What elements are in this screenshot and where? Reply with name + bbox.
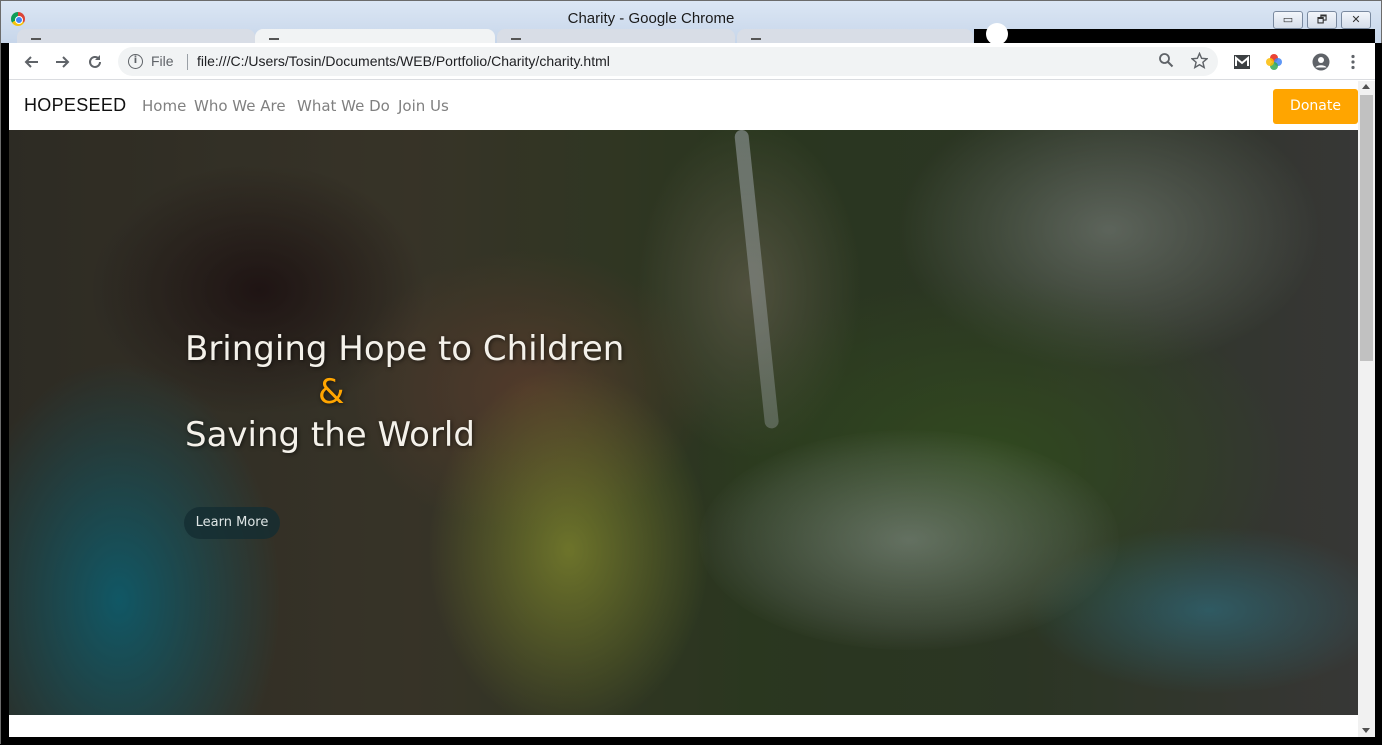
- tab-favicon-icon: [269, 32, 279, 40]
- hero-line-2: Saving the World: [185, 415, 475, 455]
- site-navbar: HOPESEED Home Who We Are What We Do Join…: [9, 81, 1358, 130]
- window-frame-left: [1, 43, 9, 745]
- omnibox-divider: [187, 54, 188, 70]
- back-icon[interactable]: [19, 50, 43, 74]
- hero-line-1: Bringing Hope to Children: [185, 329, 625, 369]
- zoom-icon[interactable]: [1158, 52, 1174, 72]
- web-page: HOPESEED Home Who We Are What We Do Join…: [9, 81, 1358, 737]
- tab-favicon-icon: [31, 32, 41, 40]
- hero-headline: Bringing Hope to Children & Saving the W…: [185, 328, 624, 457]
- tab-favicon-icon: [511, 32, 521, 40]
- browser-window: Charity - Google Chrome ▭ 🗗 ✕ i File fil…: [0, 0, 1382, 745]
- hero-banner: Bringing Hope to Children & Saving the W…: [9, 130, 1358, 715]
- window-frame-right: [1375, 43, 1382, 745]
- address-bar[interactable]: i File file:///C:/Users/Tosin/Documents/…: [118, 47, 1218, 76]
- scrollbar-thumb[interactable]: [1360, 95, 1373, 361]
- gmail-extension-icon[interactable]: [1233, 53, 1251, 71]
- tab-strip: [9, 23, 1375, 45]
- browser-toolbar: i File file:///C:/Users/Tosin/Documents/…: [9, 43, 1375, 80]
- url-text[interactable]: file:///C:/Users/Tosin/Documents/WEB/Por…: [197, 53, 610, 69]
- star-icon[interactable]: [1190, 51, 1209, 73]
- new-tab-area[interactable]: [974, 23, 1375, 45]
- page-scrollbar[interactable]: [1358, 81, 1375, 737]
- tab-active[interactable]: [255, 29, 495, 43]
- scroll-up-icon[interactable]: [1362, 84, 1370, 89]
- reload-icon[interactable]: [83, 50, 107, 74]
- nav-what-we-do[interactable]: What We Do: [297, 97, 390, 115]
- menu-icon[interactable]: [1344, 53, 1362, 71]
- minimize-button[interactable]: ▭: [1273, 11, 1303, 29]
- scheme-label: File: [151, 53, 174, 69]
- forward-icon[interactable]: [51, 50, 75, 74]
- scroll-down-icon[interactable]: [1362, 728, 1370, 733]
- restore-button[interactable]: 🗗: [1307, 11, 1337, 29]
- donate-button[interactable]: Donate: [1273, 89, 1358, 124]
- tab[interactable]: [17, 29, 255, 43]
- color-extension-icon[interactable]: [1265, 53, 1283, 71]
- tab[interactable]: [737, 29, 973, 43]
- tab[interactable]: [497, 29, 735, 43]
- nav-join-us[interactable]: Join Us: [398, 97, 449, 115]
- close-button[interactable]: ✕: [1341, 11, 1371, 29]
- new-tab-icon[interactable]: [986, 23, 1008, 45]
- site-brand[interactable]: HOPESEED: [24, 95, 126, 116]
- tab-favicon-icon: [751, 32, 761, 40]
- nav-home[interactable]: Home: [142, 97, 186, 115]
- learn-more-button[interactable]: Learn More: [184, 507, 280, 539]
- hero-ampersand: &: [318, 372, 345, 412]
- nav-who-we-are[interactable]: Who We Are: [194, 97, 286, 115]
- account-icon[interactable]: [1312, 53, 1330, 71]
- info-icon[interactable]: i: [128, 54, 143, 69]
- window-title: Charity - Google Chrome: [567, 10, 735, 27]
